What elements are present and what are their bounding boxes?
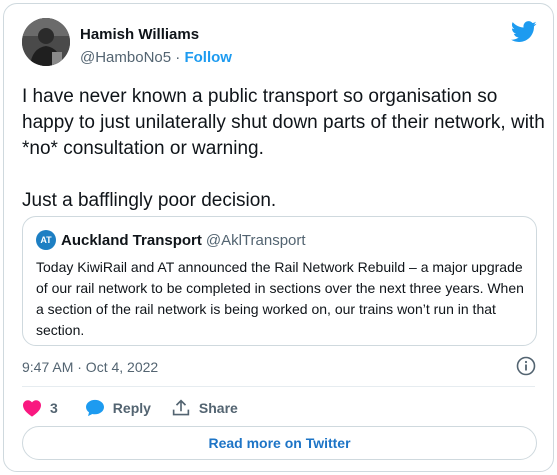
heart-icon: [23, 400, 41, 417]
avatar[interactable]: [22, 18, 70, 66]
reply-button[interactable]: Reply: [85, 399, 151, 417]
reply-label: Reply: [112, 400, 151, 416]
share-button[interactable]: Share: [171, 399, 238, 417]
twitter-bird-icon[interactable]: [511, 21, 537, 43]
read-more-button[interactable]: Read more on Twitter: [22, 426, 537, 460]
author-handle-row: @HamboNo5 · Follow: [80, 49, 232, 66]
quoted-author-name: Auckland Transport: [61, 231, 202, 249]
timestamp[interactable]: 9:47 AM · Oct 4, 2022: [22, 359, 158, 375]
divider: [22, 386, 535, 387]
like-button[interactable]: 3: [22, 399, 58, 417]
share-label: Share: [198, 400, 238, 416]
quoted-tweet[interactable]: AT Auckland Transport @AklTransport Toda…: [22, 216, 537, 346]
action-bar: 3 Reply Share: [22, 397, 238, 419]
quoted-avatar: AT: [36, 230, 56, 250]
quoted-tweet-text: Today KiwiRail and AT announced the Rail…: [36, 259, 524, 338]
share-arrow-icon: [172, 399, 190, 416]
quoted-tweet-header: AT Auckland Transport @AklTransport: [36, 230, 306, 250]
quoted-author-handle: @AklTransport: [205, 231, 306, 249]
tweet-card: Hamish Williams @HamboNo5 · Follow I hav…: [3, 3, 554, 472]
speech-bubble-icon: [85, 399, 104, 417]
author-name[interactable]: Hamish Williams: [80, 26, 199, 43]
info-icon[interactable]: [516, 356, 536, 376]
author-handle[interactable]: @HamboNo5: [80, 49, 171, 66]
tweet-text: I have never known a public transport so…: [22, 86, 545, 211]
like-count: 3: [50, 400, 58, 416]
follow-link[interactable]: Follow: [184, 49, 232, 66]
separator: ·: [175, 49, 181, 66]
